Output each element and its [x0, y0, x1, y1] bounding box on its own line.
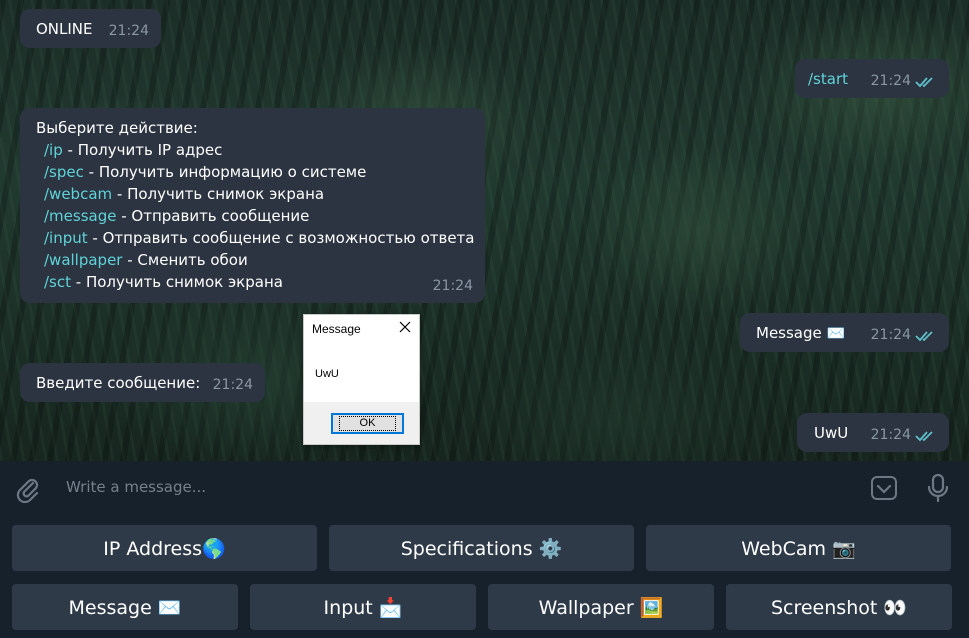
menu-item: /ip - Получить IP адрес — [44, 139, 474, 161]
message-online[interactable]: ONLINE 21:24 — [20, 9, 161, 48]
menu-item: /webcam - Получить снимок экрана — [44, 183, 474, 205]
message-time: 21:24 — [870, 327, 911, 343]
message-time: 21:24 — [432, 278, 473, 294]
double-check-icon — [915, 77, 933, 88]
message-dialog: Message UwU OK — [303, 314, 420, 445]
menu-heading: Выберите действие: — [36, 119, 198, 137]
message-input[interactable]: Write a message... — [66, 478, 206, 496]
dialog-footer: OK — [304, 402, 419, 444]
input-button[interactable]: Input 📩 — [250, 584, 476, 630]
microphone-icon[interactable] — [925, 473, 951, 503]
menu-list: /ip - Получить IP адрес /spec - Получить… — [44, 139, 474, 293]
command-link[interactable]: /sct — [44, 273, 71, 291]
chat-area: ONLINE 21:24 /start 21:24 Выберите дейст… — [0, 0, 969, 461]
paperclip-icon[interactable] — [14, 475, 42, 503]
composer: Write a message... — [0, 461, 969, 516]
message-text: ONLINE — [36, 20, 93, 38]
ip-address-button[interactable]: IP Address🌎 — [12, 525, 317, 571]
message-menu[interactable]: Выберите действие: /ip - Получить IP адр… — [20, 108, 485, 303]
bot-keyboard-icon[interactable] — [870, 474, 898, 502]
command-link[interactable]: /webcam — [44, 185, 112, 203]
ok-button[interactable]: OK — [331, 413, 404, 434]
message-time: 21:24 — [212, 377, 253, 393]
message-prompt[interactable]: Введите сообщение: 21:24 — [20, 363, 265, 402]
dialog-body: UwU — [315, 368, 339, 380]
dialog-title: Message — [312, 322, 361, 336]
command-link[interactable]: /input — [44, 229, 88, 247]
message-text: UwU — [814, 424, 849, 442]
menu-item: /sct - Получить снимок экрана — [44, 271, 474, 293]
command-desc: - Получить информацию о системе — [83, 163, 367, 181]
message-button[interactable]: Message ✉️ — [12, 584, 238, 630]
menu-item: /input - Отправить сообщение с возможнос… — [44, 227, 474, 249]
double-check-icon — [915, 331, 933, 342]
message-time: 21:24 — [870, 427, 911, 443]
message-text: Введите сообщение: — [36, 374, 201, 392]
command-link[interactable]: /spec — [44, 163, 84, 181]
command-desc: - Получить снимок экрана — [71, 273, 283, 291]
menu-item: /wallpaper - Сменить обои — [44, 249, 474, 271]
close-icon[interactable] — [397, 319, 413, 335]
ok-label: OK — [338, 416, 397, 431]
double-check-icon — [915, 431, 933, 442]
message-time: 21:24 — [870, 73, 911, 89]
bot-keyboard: IP Address🌎 Specifications ⚙️ WebCam 📷 M… — [0, 516, 969, 638]
webcam-button[interactable]: WebCam 📷 — [646, 525, 951, 571]
command-desc: - Получить снимок экрана — [112, 185, 325, 203]
command-link[interactable]: /wallpaper — [44, 251, 122, 269]
command-desc: - Отправить сообщение с возможностью отв… — [87, 229, 475, 247]
message-text: Message ✉️ — [756, 324, 846, 342]
command-link[interactable]: /message — [44, 207, 116, 225]
command-link[interactable]: /ip — [44, 141, 63, 159]
command-desc: - Отправить сообщение — [116, 207, 310, 225]
menu-item: /spec - Получить информацию о системе — [44, 161, 474, 183]
menu-item: /message - Отправить сообщение — [44, 205, 474, 227]
message-text: /start — [808, 70, 848, 88]
message-message-out[interactable]: Message ✉️ 21:24 — [740, 313, 949, 352]
command-desc: - Сменить обои — [122, 251, 248, 269]
wallpaper-button[interactable]: Wallpaper 🖼️ — [488, 584, 714, 630]
specifications-button[interactable]: Specifications ⚙️ — [329, 525, 634, 571]
command-desc: - Получить IP адрес — [62, 141, 223, 159]
message-time: 21:24 — [108, 23, 149, 39]
message-uwu-out[interactable]: UwU 21:24 — [797, 413, 949, 452]
screenshot-button[interactable]: Screenshot 👀 — [726, 584, 952, 630]
message-start[interactable]: /start 21:24 — [795, 59, 949, 98]
